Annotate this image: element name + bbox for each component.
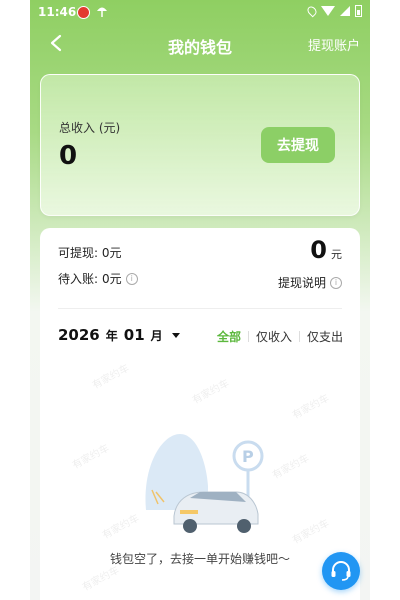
transaction-list: 2026 年 01 月 全部 仅收入 仅支出 有家约车 有家约车 有家约车 有家约车 … [40, 308, 360, 600]
withdraw-explain-label: 提现说明 [277, 276, 326, 290]
year-suffix: 年 [105, 328, 118, 343]
watermark: 有家约车 [270, 453, 312, 482]
signal-icon [340, 6, 350, 16]
withdraw-button[interactable]: 去提现 [261, 127, 335, 163]
status-bar: 11:46 [30, 0, 370, 24]
status-time: 11:46 [38, 5, 77, 19]
divider [58, 308, 342, 309]
watermark: 有家约车 [90, 363, 132, 392]
balance-card: 可提现: 0元 待入账: 0元 i 0 元 提现说明 i [40, 228, 360, 308]
balance-amount-unit: 元 [331, 248, 342, 261]
withdrawable-row: 可提现: 0元 [58, 244, 122, 261]
watermark: 有家约车 [290, 518, 332, 547]
empty-wallet-illustration: P [145, 434, 264, 533]
withdraw-explain-link[interactable]: 提现说明 i [278, 274, 342, 291]
watermark: 有家约车 [100, 513, 142, 542]
balance-amount: 0 元 [310, 236, 342, 264]
empty-state-message: 钱包空了，去接一单开始赚钱吧～ [109, 552, 290, 566]
total-income-card: 总收入 (元) 0 去提现 [40, 74, 360, 216]
month-selector[interactable]: 2026 年 01 月 [58, 326, 180, 344]
total-income-value: 0 [59, 141, 78, 171]
total-income-label: 总收入 (元) [59, 121, 121, 135]
pending-info-icon[interactable]: i [125, 272, 138, 285]
filter-tabs: 全部 仅收入 仅支出 [210, 328, 350, 345]
customer-service-icon [331, 561, 351, 581]
pending-row: 待入账: 0元 i [58, 270, 138, 287]
explain-info-icon: i [330, 276, 342, 289]
pending-value: 0元 [102, 272, 122, 286]
caret-down-icon [171, 332, 180, 338]
nav-bar: 我的钱包 提现账户 [30, 28, 370, 60]
location-icon [305, 4, 319, 18]
selected-month: 01 [123, 326, 145, 344]
customer-service-button[interactable] [322, 552, 360, 590]
battery-icon [355, 5, 362, 17]
balance-amount-value: 0 [310, 236, 327, 264]
wifi-icon [321, 6, 335, 16]
wallet-screen: 11:46 我的钱包 提现账户 总收入 (元) 0 去提现 可提现: 0元 待入… [30, 0, 370, 600]
status-icons [305, 4, 362, 18]
selected-year: 2026 [58, 326, 100, 344]
svg-text:P: P [242, 447, 254, 466]
filter-income-only[interactable]: 仅收入 [249, 328, 299, 345]
notification-umbrella-icon [97, 7, 107, 17]
withdrawable-label: 可提现: [58, 246, 99, 260]
filter-all[interactable]: 全部 [210, 328, 248, 345]
filter-expense-only[interactable]: 仅支出 [300, 328, 350, 345]
watermark: 有家约车 [290, 393, 332, 422]
notification-app-icon [77, 6, 90, 19]
watermark: 有家约车 [70, 443, 112, 472]
withdrawable-value: 0元 [101, 246, 122, 260]
watermark: 有家约车 [190, 378, 232, 407]
month-suffix: 月 [150, 328, 163, 343]
pending-label: 待入账: [58, 272, 99, 286]
withdraw-account-link[interactable]: 提现账户 [308, 35, 360, 54]
